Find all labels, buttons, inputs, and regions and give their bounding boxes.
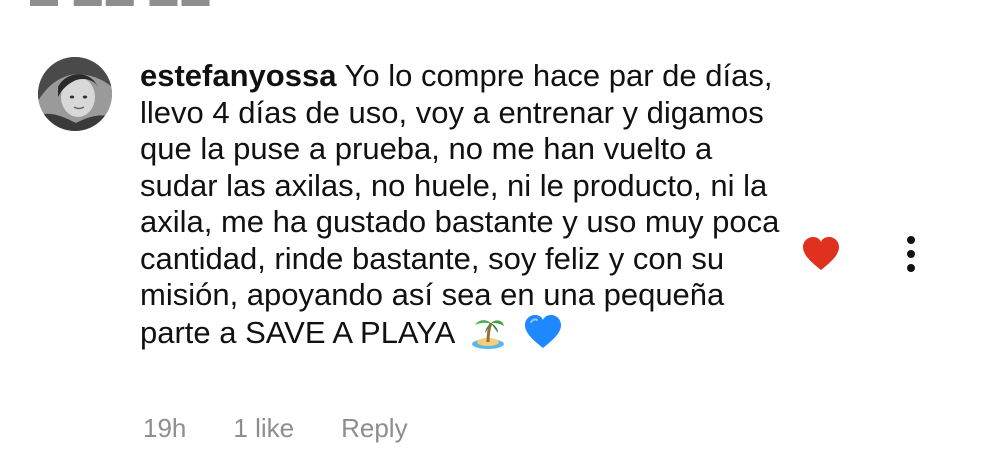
avatar-photo: [38, 57, 112, 131]
username[interactable]: estefanyossa: [140, 58, 336, 93]
comment-meta: 19h 1 like Reply: [143, 413, 408, 444]
like-count[interactable]: 1 like: [233, 413, 294, 444]
more-vertical-icon: [907, 236, 915, 272]
comment-body: estefanyossa Yo lo compre hace par de dí…: [140, 58, 790, 358]
comment-text: Yo lo compre hace par de días, llevo 4 d…: [140, 58, 780, 350]
heart-filled-icon: [803, 237, 839, 270]
island-emoji: [470, 316, 506, 359]
blue-heart-emoji: [523, 314, 563, 359]
reply-button[interactable]: Reply: [341, 413, 407, 444]
avatar[interactable]: [38, 57, 112, 131]
comment-screen: ▬ ▬▬ ▬▬ estefanyossa Yo lo compre hace p…: [0, 0, 1000, 469]
comment-time: 19h: [143, 413, 187, 443]
previous-content-cutoff: ▬ ▬▬ ▬▬: [30, 0, 280, 6]
more-options-button[interactable]: [897, 234, 925, 274]
like-button[interactable]: [801, 236, 841, 272]
